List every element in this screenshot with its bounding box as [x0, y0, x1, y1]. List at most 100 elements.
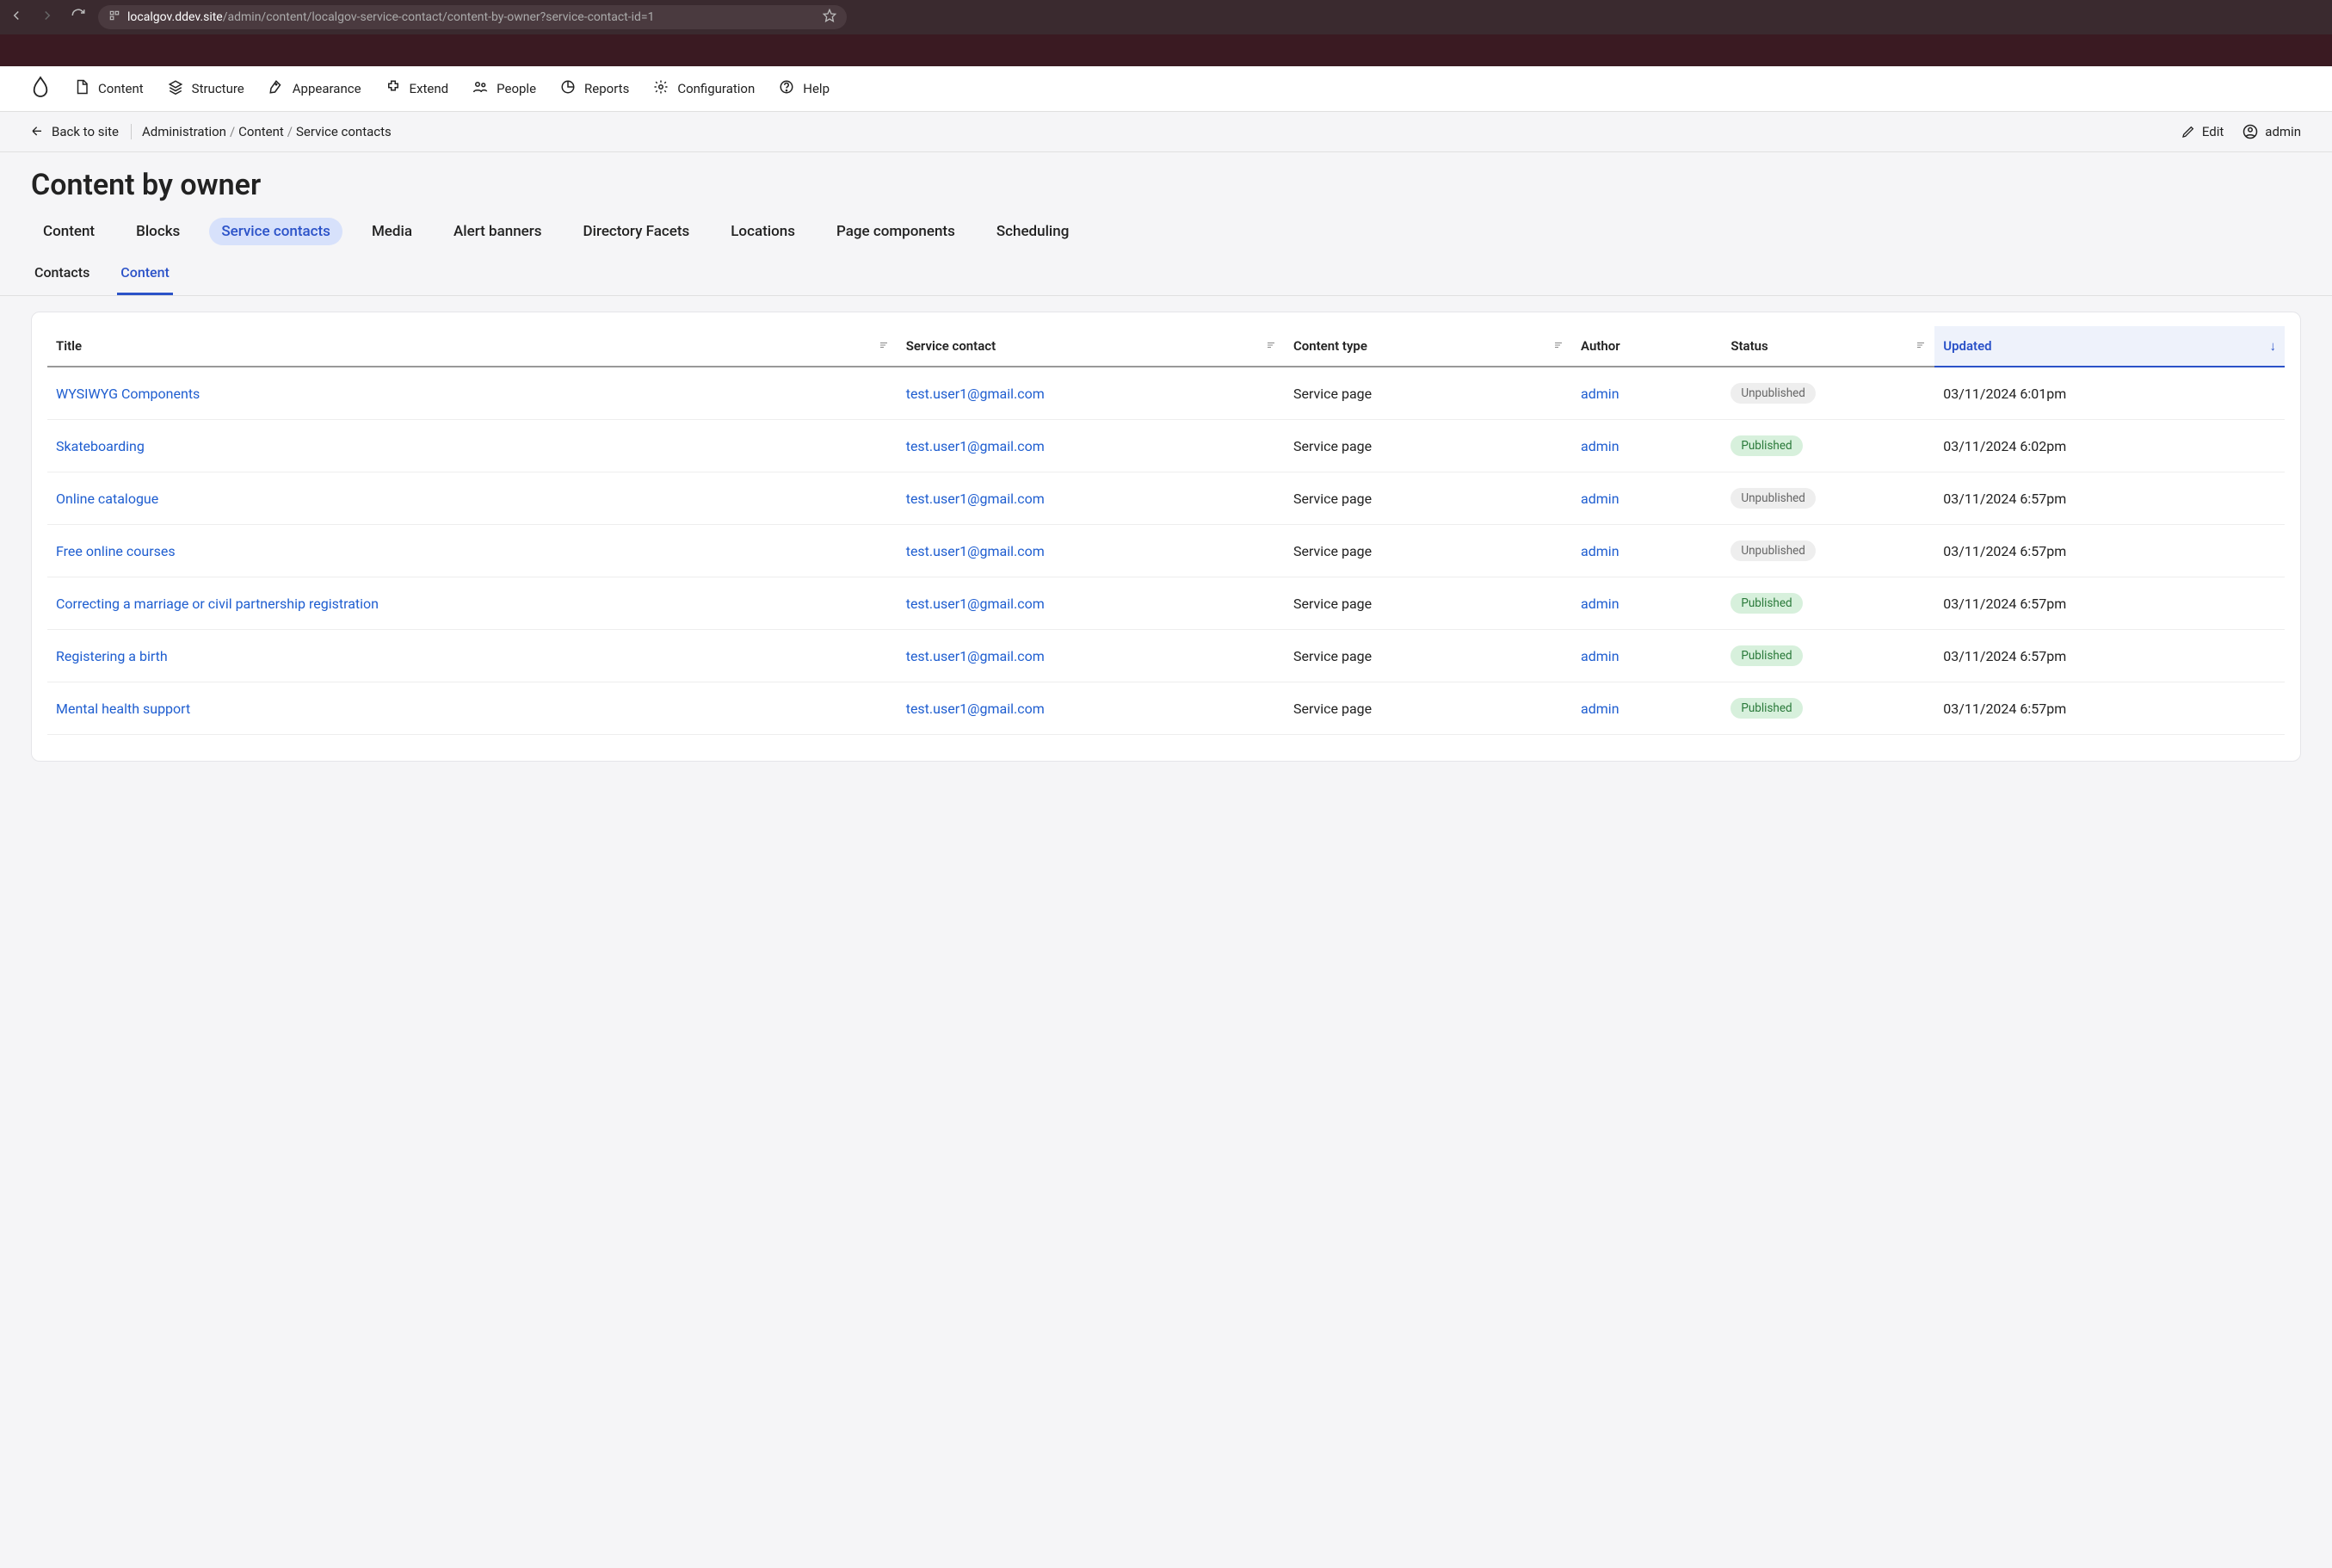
author-link[interactable]: admin [1581, 386, 1619, 402]
tab-locations[interactable]: Locations [719, 218, 807, 245]
tab-scheduling[interactable]: Scheduling [984, 218, 1082, 245]
status-badge: Published [1730, 435, 1802, 456]
title-link[interactable]: Online catalogue [56, 491, 158, 507]
contact-link[interactable]: test.user1@gmail.com [906, 386, 1045, 402]
title-link[interactable]: Correcting a marriage or civil partnersh… [56, 596, 379, 612]
forward-icon[interactable] [40, 8, 55, 27]
help-icon [779, 79, 794, 98]
table-row: Online cataloguetest.user1@gmail.comServ… [47, 472, 2285, 525]
column-header-author[interactable]: Author [1572, 326, 1722, 367]
breadcrumb-item[interactable]: Service contacts [296, 124, 392, 139]
url-text: localgov.ddev.site/admin/content/localgo… [127, 10, 816, 24]
content-type-cell: Service page [1285, 420, 1572, 472]
secondary-tabs: Contacts Content [0, 245, 2332, 296]
column-header-status[interactable]: Status [1722, 326, 1934, 367]
edit-label: Edit [2202, 124, 2224, 139]
subtab-content[interactable]: Content [117, 257, 173, 295]
breadcrumb-item[interactable]: Content [238, 124, 284, 139]
file-icon [74, 79, 89, 98]
title-link[interactable]: Mental health support [56, 701, 190, 717]
sort-icon [1916, 338, 1926, 354]
bookmark-star-icon[interactable] [823, 9, 836, 26]
people-icon [472, 79, 488, 98]
subtab-contacts[interactable]: Contacts [31, 257, 93, 295]
column-header-content-type[interactable]: Content type [1285, 326, 1572, 367]
content-table: Title Service contactContent type Author St… [47, 326, 2285, 735]
contact-link[interactable]: test.user1@gmail.com [906, 543, 1045, 559]
chart-icon [560, 79, 576, 98]
updated-cell: 03/11/2024 6:01pm [1934, 367, 2285, 420]
title-link[interactable]: Skateboarding [56, 438, 145, 454]
back-to-site-link[interactable]: Back to site [31, 124, 132, 139]
toolbar-label: Content [98, 81, 144, 96]
updated-cell: 03/11/2024 6:57pm [1934, 525, 2285, 577]
back-icon[interactable] [9, 8, 24, 27]
title-link[interactable]: Free online courses [56, 543, 176, 559]
toolbar-label: Reports [584, 81, 629, 96]
contact-link[interactable]: test.user1@gmail.com [906, 491, 1045, 507]
updated-cell: 03/11/2024 6:02pm [1934, 420, 2285, 472]
tab-blocks[interactable]: Blocks [124, 218, 192, 245]
author-link[interactable]: admin [1581, 543, 1619, 559]
back-to-site-label: Back to site [52, 124, 119, 139]
column-label: Author [1581, 338, 1620, 354]
column-header-title[interactable]: Title [47, 326, 898, 367]
tab-page-components[interactable]: Page components [824, 218, 967, 245]
column-label: Title [56, 338, 82, 354]
contact-link[interactable]: test.user1@gmail.com [906, 701, 1045, 717]
browser-chrome: localgov.ddev.site/admin/content/localgo… [0, 0, 2332, 34]
updated-cell: 03/11/2024 6:57pm [1934, 630, 2285, 682]
toolbar-item-help[interactable]: Help [779, 79, 830, 98]
toolbar-item-appearance[interactable]: Appearance [268, 79, 361, 98]
reload-icon[interactable] [71, 8, 86, 27]
admin-toolbar: Content Structure Appearance Extend People Re… [0, 66, 2332, 112]
status-badge: Published [1730, 698, 1802, 719]
author-link[interactable]: admin [1581, 491, 1619, 507]
content-type-cell: Service page [1285, 682, 1572, 735]
toolbar-item-content[interactable]: Content [74, 79, 144, 98]
user-label: admin [2265, 124, 2301, 139]
tab-service-contacts[interactable]: Service contacts [209, 218, 342, 245]
title-link[interactable]: Registering a birth [56, 648, 168, 664]
status-badge: Unpublished [1730, 488, 1816, 509]
table-row: Registering a birth test.user1@gmail.com S… [47, 630, 2285, 682]
tab-directory-facets[interactable]: Directory Facets [571, 218, 702, 245]
content-type-cell: Service page [1285, 630, 1572, 682]
author-link[interactable]: admin [1581, 596, 1619, 612]
author-link[interactable]: admin [1581, 438, 1619, 454]
breadcrumb-item[interactable]: Administration [142, 124, 226, 139]
plugin-icon [386, 79, 401, 98]
tab-media[interactable]: Media [360, 218, 424, 245]
table-row: Free online coursestest.user1@gmail.comS… [47, 525, 2285, 577]
edit-action[interactable]: Edit [2181, 124, 2224, 139]
contact-link[interactable]: test.user1@gmail.com [906, 438, 1045, 454]
tab-alert-banners[interactable]: Alert banners [441, 218, 554, 245]
toolbar-item-people[interactable]: People [472, 79, 536, 98]
gear-icon [653, 79, 669, 98]
title-link[interactable]: WYSIWYG Components [56, 386, 200, 402]
toolbar-item-extend[interactable]: Extend [386, 79, 449, 98]
column-label: Status [1730, 338, 1768, 354]
content-table-panel: Title Service contactContent type Author St… [31, 312, 2301, 762]
column-header-updated[interactable]: Updated↓ [1934, 326, 2285, 367]
toolbar-item-configuration[interactable]: Configuration [653, 79, 755, 98]
tab-content[interactable]: Content [31, 218, 107, 245]
pen-icon [268, 79, 284, 98]
site-info-icon[interactable] [108, 9, 120, 25]
toolbar-item-structure[interactable]: Structure [168, 79, 244, 98]
table-row: Skateboarding test.user1@gmail.com Service… [47, 420, 2285, 472]
breadcrumb-separator: / [287, 124, 293, 139]
contact-link[interactable]: test.user1@gmail.com [906, 596, 1045, 612]
drupal-logo-icon[interactable] [31, 76, 50, 102]
toolbar-item-reports[interactable]: Reports [560, 79, 629, 98]
user-icon [2243, 124, 2258, 139]
updated-cell: 03/11/2024 6:57pm [1934, 577, 2285, 630]
user-menu[interactable]: admin [2243, 124, 2301, 139]
column-header-service-contact[interactable]: Service contact [898, 326, 1285, 367]
author-link[interactable]: admin [1581, 648, 1619, 664]
breadcrumb-row: Back to site Administration/Content/Serv… [0, 112, 2332, 152]
layers-icon [168, 79, 183, 98]
author-link[interactable]: admin [1581, 701, 1619, 717]
address-bar[interactable]: localgov.ddev.site/admin/content/localgo… [98, 5, 847, 29]
contact-link[interactable]: test.user1@gmail.com [906, 648, 1045, 664]
